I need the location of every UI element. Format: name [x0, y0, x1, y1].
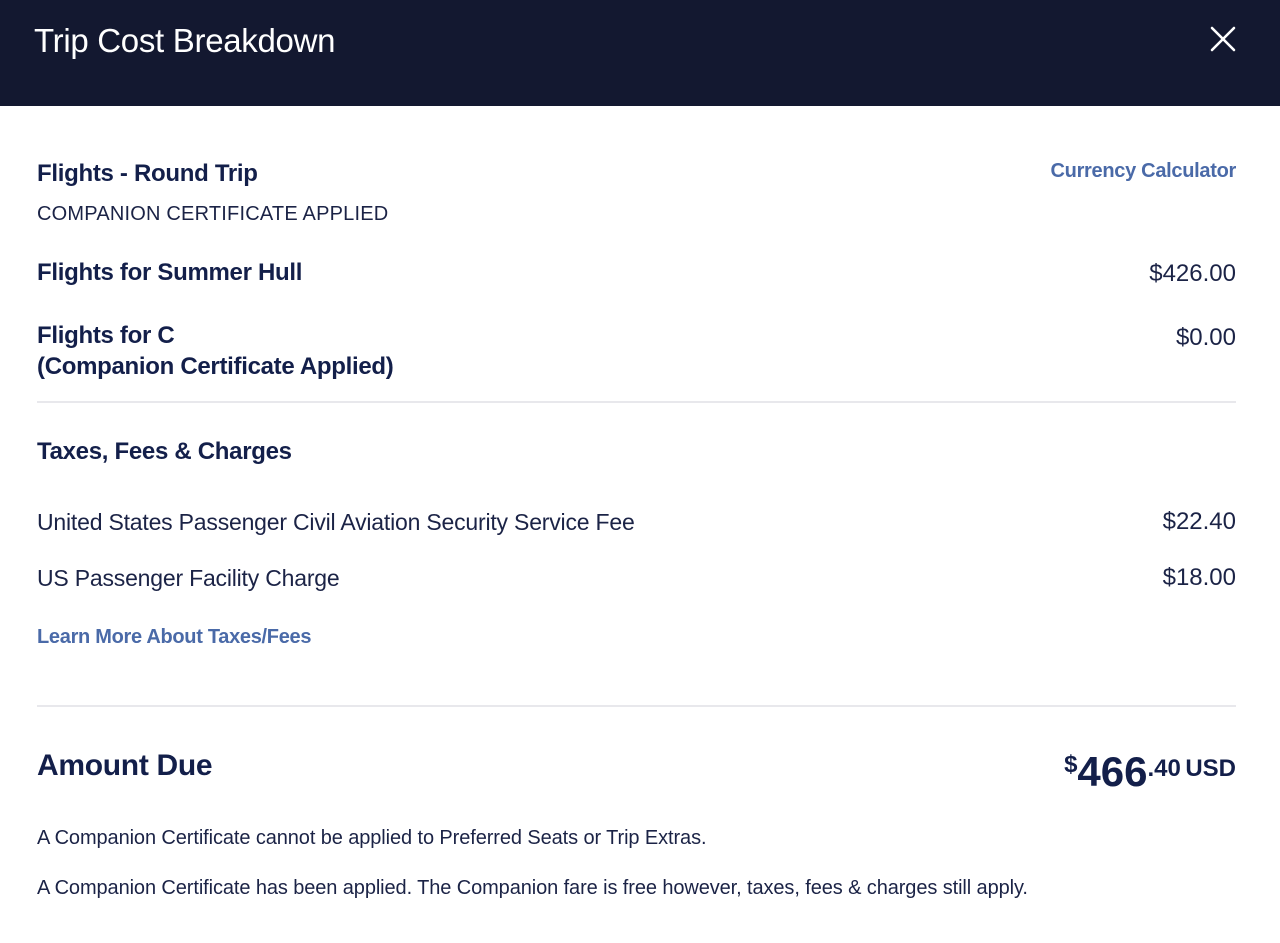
flights-section-title: Flights - Round Trip [37, 160, 258, 187]
passenger-label: Flights for C [37, 322, 175, 349]
section-divider [37, 705, 1236, 707]
currency-code: USD [1185, 755, 1236, 782]
tax-label: United States Passenger Civil Aviation S… [37, 509, 635, 535]
currency-symbol: $ [1064, 751, 1078, 778]
tax-label: US Passenger Facility Charge [37, 565, 340, 591]
passenger-label: Flights for Summer Hull [37, 259, 303, 286]
amount-due-total: $466.40 USD [1064, 748, 1236, 796]
close-button[interactable] [1206, 22, 1240, 56]
amount-cents: .40 [1147, 755, 1181, 782]
section-divider [37, 401, 1236, 403]
amount-whole: 466 [1077, 748, 1148, 795]
note-preferred-seats: A Companion Certificate cannot be applie… [37, 827, 707, 849]
passenger-sublabel: (Companion Certificate Applied) [37, 353, 394, 380]
passenger-amount: $0.00 [1175, 324, 1236, 351]
passenger-amount: $426.00 [1149, 260, 1236, 287]
tax-amount: $18.00 [1162, 564, 1236, 591]
taxes-section-title: Taxes, Fees & Charges [37, 438, 292, 465]
amount-due-label: Amount Due [37, 749, 213, 782]
close-icon [1210, 26, 1236, 52]
certificate-status: COMPANION CERTIFICATE APPLIED [37, 203, 389, 225]
note-companion-fare: A Companion Certificate has been applied… [37, 877, 1028, 899]
tax-amount: $22.40 [1162, 508, 1236, 535]
learn-more-taxes-link[interactable]: Learn More About Taxes/Fees [37, 626, 312, 649]
modal-header: Trip Cost Breakdown [0, 0, 1280, 106]
currency-calculator-link[interactable]: Currency Calculator [1051, 160, 1237, 183]
modal-title: Trip Cost Breakdown [34, 22, 336, 59]
